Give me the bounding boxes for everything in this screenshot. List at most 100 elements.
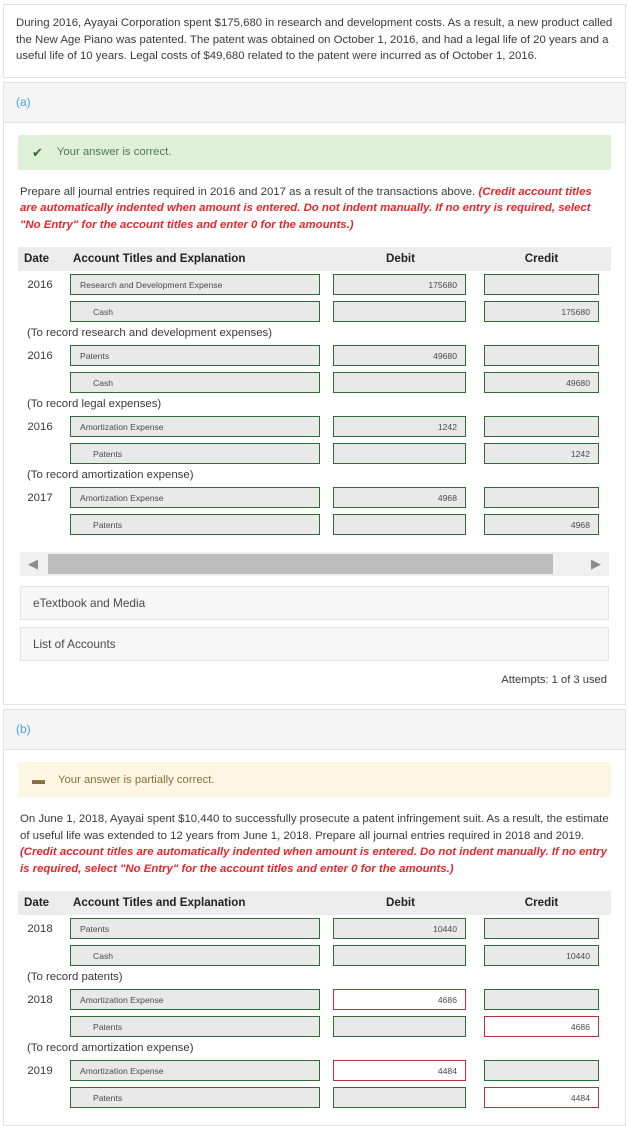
explanation-text: (To record amortization expense) — [27, 1042, 194, 1054]
account-title-select[interactable]: Amortization Expense — [70, 487, 320, 508]
column-header-date: Date — [18, 891, 62, 915]
credit-amount-input[interactable] — [484, 1060, 599, 1081]
scroll-right-arrow-icon[interactable]: ▶ — [583, 552, 609, 576]
part-a-status-text: Your answer is correct. — [56, 146, 172, 158]
account-cell: Patents — [62, 440, 329, 467]
credit-amount-input[interactable] — [484, 487, 599, 508]
account-title-select[interactable]: Patents — [70, 345, 320, 366]
scroll-left-arrow-icon[interactable]: ◀ — [20, 552, 46, 576]
account-title-select[interactable]: Amortization Expense — [70, 1060, 320, 1081]
part-a-header: (a) — [4, 82, 625, 123]
debit-amount-input[interactable] — [333, 443, 466, 464]
credit-cell — [472, 342, 611, 369]
credit-amount-input[interactable]: 4968 — [484, 514, 599, 535]
account-title-select[interactable]: Amortization Expense — [70, 989, 320, 1010]
debit-amount-input[interactable] — [333, 945, 466, 966]
dash-icon: ▬ — [32, 772, 45, 787]
journal-entry-row: Patents 4484 — [18, 1084, 611, 1111]
debit-amount-input[interactable]: 175680 — [333, 274, 466, 295]
debit-cell — [329, 369, 472, 396]
account-title-select[interactable]: Cash — [70, 301, 320, 322]
debit-amount-input[interactable]: 49680 — [333, 345, 466, 366]
account-title-select[interactable]: Patents — [70, 1016, 320, 1037]
part-a-status-alert: ✔ Your answer is correct. — [18, 134, 611, 170]
credit-amount-input[interactable]: 10440 — [484, 945, 599, 966]
column-header-credit: Credit — [472, 247, 611, 271]
account-cell: Amortization Expense — [62, 484, 329, 511]
page-bottom-clip — [18, 1111, 611, 1115]
column-header-account: Account Titles and Explanation — [62, 247, 329, 271]
debit-amount-input[interactable]: 4686 — [333, 989, 466, 1010]
account-title-select[interactable]: Patents — [70, 443, 320, 464]
debit-cell — [329, 511, 472, 538]
attempts-counter: Attempts: 1 of 3 used — [501, 674, 607, 686]
credit-amount-input[interactable] — [484, 918, 599, 939]
debit-amount-input[interactable] — [333, 301, 466, 322]
explanation-text: (To record legal expenses) — [27, 398, 162, 410]
debit-cell: 10440 — [329, 915, 472, 942]
entry-date — [18, 942, 62, 969]
part-b-panel: (b) ▬ Your answer is partially correct. … — [3, 709, 626, 1126]
debit-amount-input[interactable] — [333, 514, 466, 535]
column-header-credit: Credit — [472, 891, 611, 915]
account-title-select[interactable]: Patents — [70, 918, 320, 939]
scrollbar-thumb[interactable] — [48, 554, 553, 574]
account-title-select[interactable]: Patents — [70, 1087, 320, 1108]
debit-cell: 1242 — [329, 413, 472, 440]
account-cell: Cash — [62, 369, 329, 396]
debit-amount-input[interactable] — [333, 1087, 466, 1108]
credit-amount-input[interactable]: 49680 — [484, 372, 599, 393]
debit-amount-input[interactable]: 4484 — [333, 1060, 466, 1081]
debit-cell: 49680 — [329, 342, 472, 369]
explanation-row: (To record amortization expense) — [18, 1040, 611, 1057]
account-cell: Amortization Expense — [62, 413, 329, 440]
account-title-select[interactable]: Research and Development Expense — [70, 274, 320, 295]
credit-amount-input[interactable]: 1242 — [484, 443, 599, 464]
part-b-instructions-hint: (Credit account titles are automatically… — [20, 846, 607, 875]
credit-cell — [472, 1057, 611, 1084]
credit-cell — [472, 986, 611, 1013]
debit-cell: 4484 — [329, 1057, 472, 1084]
credit-cell: 4686 — [472, 1013, 611, 1040]
account-title-select[interactable]: Cash — [70, 945, 320, 966]
account-title-select[interactable]: Patents — [70, 514, 320, 535]
credit-amount-input[interactable]: 4686 — [484, 1016, 599, 1037]
etextbook-and-media-button[interactable]: eTextbook and Media — [20, 586, 609, 620]
horizontal-scrollbar[interactable]: ◀ ▶ — [20, 552, 609, 576]
account-cell: Amortization Expense — [62, 986, 329, 1013]
entry-date: 2016 — [27, 420, 53, 433]
part-b-header: (b) — [4, 710, 625, 750]
entry-date: 2018 — [27, 922, 53, 935]
account-title-select[interactable]: Cash — [70, 372, 320, 393]
entry-date: 2019 — [27, 1064, 53, 1077]
part-b-body: ▬ Your answer is partially correct. On J… — [4, 750, 625, 1125]
debit-amount-input[interactable] — [333, 1016, 466, 1037]
journal-entry-row: Cash 10440 — [18, 942, 611, 969]
part-a-rows: 2016 Research and Development Expense 1756… — [18, 271, 611, 538]
part-b-status-text: Your answer is partially correct. — [58, 773, 215, 786]
entry-date: 2017 — [27, 491, 53, 504]
journal-entry-row: 2016 Patents 49680 — [18, 342, 611, 369]
entry-date — [18, 1013, 62, 1040]
explanation-row: (To record legal expenses) — [18, 396, 611, 413]
credit-cell: 1242 — [472, 440, 611, 467]
credit-amount-input[interactable] — [484, 416, 599, 437]
explanation-row: (To record patents) — [18, 969, 611, 986]
credit-cell: 49680 — [472, 369, 611, 396]
debit-amount-input[interactable]: 4968 — [333, 487, 466, 508]
credit-amount-input[interactable]: 175680 — [484, 301, 599, 322]
credit-amount-input[interactable] — [484, 274, 599, 295]
account-title-select[interactable]: Amortization Expense — [70, 416, 320, 437]
table-header-row: Date Account Titles and Explanation Debi… — [18, 247, 611, 271]
debit-cell — [329, 1013, 472, 1040]
credit-amount-input[interactable] — [484, 345, 599, 366]
credit-cell — [472, 271, 611, 298]
credit-amount-input[interactable] — [484, 989, 599, 1010]
debit-cell: 175680 — [329, 271, 472, 298]
credit-amount-input[interactable]: 4484 — [484, 1087, 599, 1108]
debit-amount-input[interactable] — [333, 372, 466, 393]
list-of-accounts-button[interactable]: List of Accounts — [20, 627, 609, 661]
debit-amount-input[interactable]: 1242 — [333, 416, 466, 437]
debit-amount-input[interactable]: 10440 — [333, 918, 466, 939]
part-b-label: (b) — [16, 722, 31, 736]
